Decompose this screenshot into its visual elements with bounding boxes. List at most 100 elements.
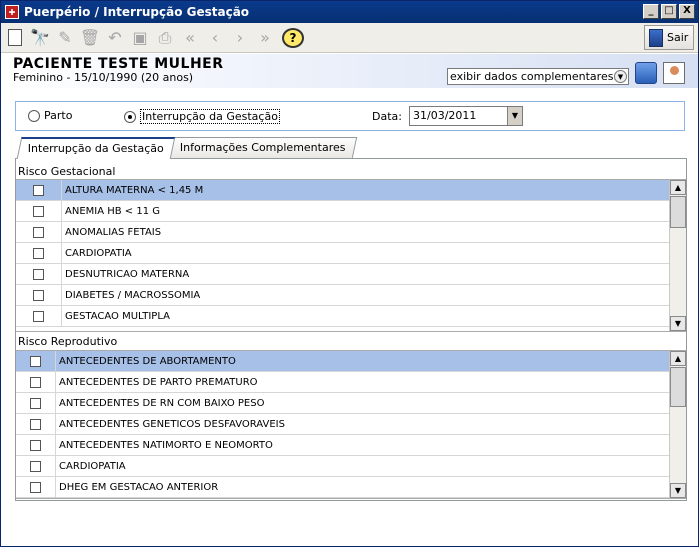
row-label: GESTACAO MULTIPLA (65, 310, 170, 322)
parto-radio[interactable] (28, 109, 40, 122)
row-checkbox[interactable] (30, 481, 41, 493)
exit-label: Sair (667, 31, 689, 44)
row-label: ANTECEDENTES DE RN COM BAIXO PESO (59, 397, 265, 409)
save-icon[interactable]: ▣ (129, 27, 151, 49)
next-icon[interactable]: › (229, 27, 251, 49)
table-row[interactable]: ANEMIA HB < 11 G (16, 201, 686, 222)
table-row[interactable]: DHEG EM GESTACAO ANTERIOR (16, 477, 686, 498)
table-row[interactable]: ALTURA MATERNA < 1,45 M (16, 180, 686, 201)
table-row[interactable]: CARDIOPATIA (16, 456, 686, 477)
interrupcao-label: Interrupção da Gestação (140, 109, 280, 124)
table-row[interactable]: GESTACAO MULTIPLA (16, 306, 686, 327)
row-checkbox[interactable] (30, 355, 41, 367)
date-label: Data: (372, 110, 402, 123)
table-row[interactable]: ANTECEDENTES DE PARTO PREMATURO (16, 372, 686, 393)
scrollbar[interactable]: ▲ ▼ (669, 180, 686, 331)
chevron-down-icon[interactable]: ▼ (614, 70, 627, 83)
risco-reprodutivo-grid: ANTECEDENTES DE ABORTAMENTO ANTECEDENTES… (16, 350, 686, 499)
interrupcao-option[interactable]: Interrupção da Gestação (124, 109, 280, 124)
door-icon (649, 28, 663, 47)
row-label: DIABETES / MACROSSOMIA (65, 289, 201, 301)
row-checkbox[interactable] (33, 247, 44, 259)
row-label: ANTECEDENTES DE PARTO PREMATURO (59, 376, 258, 388)
content-area: Parto Interrupção da Gestação Data: 31/0… (5, 89, 695, 505)
scroll-down-icon[interactable]: ▼ (670, 483, 686, 498)
row-checkbox[interactable] (33, 310, 44, 322)
patient-info: Feminino - 15/10/1990 (20 anos) (13, 71, 194, 84)
scroll-thumb[interactable] (670, 367, 686, 407)
shield-icon[interactable] (635, 62, 657, 84)
prev-icon[interactable]: ‹ (204, 27, 226, 49)
extra-data-select-value: exibir dados complementares... (450, 70, 624, 83)
row-label: CARDIOPATIA (59, 460, 126, 472)
scroll-thumb[interactable] (670, 196, 686, 228)
tab-informacoes[interactable]: Informações Complementares (168, 137, 357, 158)
date-field[interactable]: 31/03/2011 ▼ (409, 106, 523, 126)
row-checkbox[interactable] (33, 184, 44, 196)
title-bar: ✚ Puerpério / Interrupção Gestação _ □ X (1, 1, 698, 23)
print-icon[interactable]: ⎙ (154, 27, 176, 49)
table-row[interactable]: ANTECEDENTES NATIMORTO E NEOMORTO (16, 435, 686, 456)
extra-data-select[interactable]: exibir dados complementares... ▼ (447, 68, 629, 85)
scroll-up-icon[interactable]: ▲ (670, 180, 686, 195)
date-value: 31/03/2011 (413, 109, 477, 122)
row-label: ANTECEDENTES GENETICOS DESFAVORAVEIS (59, 418, 285, 430)
first-icon[interactable]: « (179, 27, 201, 49)
row-checkbox[interactable] (33, 205, 44, 217)
row-checkbox[interactable] (30, 397, 41, 409)
row-checkbox[interactable] (30, 376, 41, 388)
row-label: ALTURA MATERNA < 1,45 M (65, 184, 204, 196)
tab-interrupcao[interactable]: Interrupção da Gestação (16, 137, 176, 159)
row-checkbox[interactable] (33, 289, 44, 301)
table-row[interactable]: CARDIOPATIA (16, 243, 686, 264)
undo-icon[interactable]: ↶ (104, 27, 126, 49)
row-label: DESNUTRICAO MATERNA (65, 268, 190, 280)
table-row[interactable]: ANOMALIAS FETAIS (16, 222, 686, 243)
window-title: Puerpério / Interrupção Gestação (24, 5, 250, 19)
row-checkbox[interactable] (30, 439, 41, 451)
table-row[interactable]: ANTECEDENTES DE ABORTAMENTO (16, 351, 686, 372)
tab-strip: Interrupção da Gestação Informações Comp… (16, 137, 357, 159)
patient-card-icon[interactable] (663, 62, 685, 84)
patient-header: PACIENTE TESTE MULHER Feminino - 15/10/1… (1, 54, 698, 88)
edit-icon[interactable]: ✎ (54, 27, 76, 49)
minimize-button[interactable]: _ (643, 4, 659, 19)
calendar-dropdown-icon[interactable]: ▼ (507, 107, 522, 125)
table-row[interactable]: ANTECEDENTES DE RN COM BAIXO PESO (16, 393, 686, 414)
outcome-group: Parto Interrupção da Gestação Data: 31/0… (15, 101, 685, 131)
main-window: ✚ Puerpério / Interrupção Gestação _ □ X… (0, 0, 699, 547)
row-checkbox[interactable] (30, 460, 41, 472)
row-checkbox[interactable] (33, 226, 44, 238)
scroll-down-icon[interactable]: ▼ (670, 316, 686, 331)
search-icon[interactable]: 🔭 (29, 27, 51, 49)
interrupcao-radio[interactable] (124, 110, 136, 123)
row-checkbox[interactable] (33, 268, 44, 280)
app-icon: ✚ (5, 5, 19, 19)
new-icon[interactable] (4, 27, 26, 49)
parto-option[interactable]: Parto (28, 109, 72, 122)
row-label: ANTECEDENTES DE ABORTAMENTO (59, 355, 236, 367)
row-checkbox[interactable] (30, 418, 41, 430)
maximize-button[interactable]: □ (661, 4, 677, 19)
tab-panel: Risco Gestacional ALTURA MATERNA < 1,45 … (15, 158, 687, 501)
row-label: CARDIOPATIA (65, 247, 132, 259)
parto-label: Parto (44, 109, 73, 122)
scrollbar[interactable]: ▲ ▼ (669, 351, 686, 498)
row-label: ANTECEDENTES NATIMORTO E NEOMORTO (59, 439, 273, 451)
row-label: ANOMALIAS FETAIS (65, 226, 162, 238)
row-label: ANEMIA HB < 11 G (65, 205, 161, 217)
table-row[interactable]: ANTECEDENTES GENETICOS DESFAVORAVEIS (16, 414, 686, 435)
close-button[interactable]: X (679, 4, 695, 19)
patient-name: PACIENTE TESTE MULHER (13, 56, 224, 72)
table-row[interactable]: DIABETES / MACROSSOMIA (16, 285, 686, 306)
delete-icon[interactable]: 🗑 (79, 27, 101, 49)
risco-gestacional-grid: ALTURA MATERNA < 1,45 M ANEMIA HB < 11 G… (16, 179, 686, 332)
last-icon[interactable]: » (254, 27, 276, 49)
table-row[interactable]: DESNUTRICAO MATERNA (16, 264, 686, 285)
scroll-up-icon[interactable]: ▲ (670, 351, 686, 366)
exit-button[interactable]: Sair (644, 25, 694, 50)
risco-gestacional-label: Risco Gestacional (18, 165, 116, 178)
help-icon[interactable]: ? (282, 27, 304, 48)
row-label: DHEG EM GESTACAO ANTERIOR (59, 481, 219, 493)
risco-reprodutivo-label: Risco Reprodutivo (18, 335, 118, 348)
